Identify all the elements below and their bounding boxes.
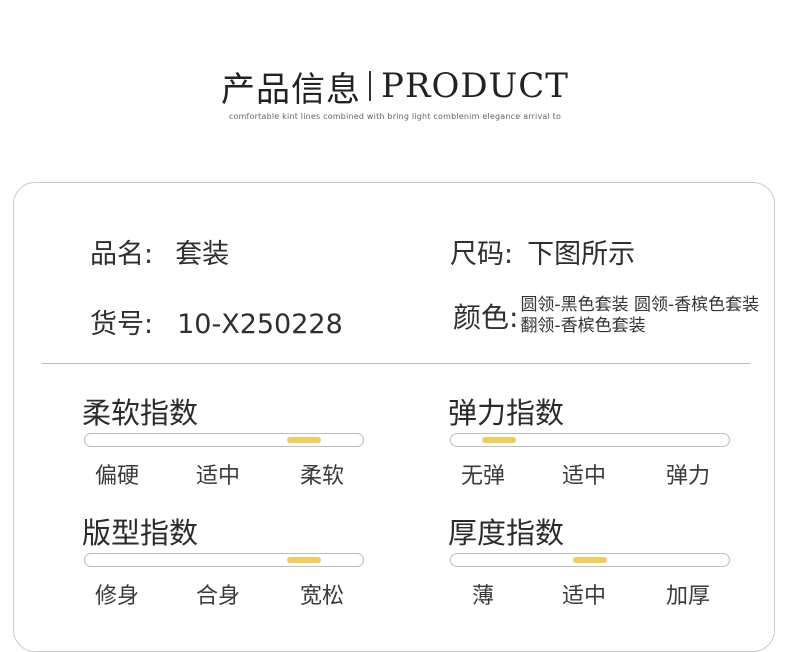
product-size-value: 下图所示 [527, 239, 636, 270]
softness-scale-track [84, 433, 364, 447]
title-english: PRODUCT [381, 66, 569, 106]
product-sku-label: 货号: [90, 309, 154, 340]
page-subtitle: comfortable kint lines combined with bri… [228, 112, 562, 121]
elasticity-index-title: 弹力指数 [448, 396, 565, 430]
product-header: 产品信息 PRODUCT comfortable kint lines comb… [0, 64, 790, 121]
thickness-tick-high: 加厚 [665, 584, 710, 609]
product-color-label: 颜色: [453, 301, 519, 334]
product-color: 颜色: 圆领-黑色套装 圆领-香槟色套装 翻领-香槟色套装 [453, 295, 765, 337]
fit-tick-low: 修身 [94, 584, 139, 609]
thickness-tick-low: 薄 [471, 584, 494, 609]
fit-tick-high: 宽松 [299, 584, 344, 609]
fit-index-title: 版型指数 [82, 516, 199, 550]
elasticity-tick-high: 弹力 [665, 464, 710, 489]
thickness-scale-marker [573, 557, 607, 563]
product-sku: 货号: 10-X250228 [90, 302, 343, 341]
title-chinese: 产品信息 [221, 69, 362, 110]
title-separator [369, 71, 372, 101]
product-size-label: 尺码: [450, 239, 514, 270]
fit-scale-marker [286, 557, 321, 563]
softness-scale-marker [286, 437, 321, 443]
softness-tick-high: 柔软 [299, 464, 344, 489]
thickness-index-title: 厚度指数 [448, 516, 565, 550]
elasticity-tick-low: 无弹 [460, 464, 505, 489]
product-size: 尺码: 下图所示 [450, 232, 635, 271]
product-name-label: 品名: [90, 239, 154, 270]
softness-tick-low: 偏硬 [94, 464, 139, 489]
product-sku-value: 10-X250228 [177, 309, 343, 340]
product-color-value: 圆领-黑色套装 圆领-香槟色套装 翻领-香槟色套装 [520, 295, 760, 336]
elasticity-scale-track [450, 433, 730, 447]
softness-index-title: 柔软指数 [82, 396, 199, 430]
fit-scale-track [84, 553, 364, 567]
thickness-scale-track [450, 553, 730, 567]
page-title: 产品信息 PRODUCT [221, 64, 569, 110]
elasticity-tick-mid: 适中 [561, 464, 606, 489]
fit-tick-mid: 合身 [195, 584, 240, 609]
elasticity-scale-marker [481, 437, 516, 443]
product-name-value: 套装 [175, 239, 230, 270]
thickness-tick-mid: 适中 [561, 584, 606, 609]
softness-tick-mid: 适中 [195, 464, 240, 489]
section-divider [42, 363, 750, 364]
product-name: 品名: 套装 [90, 232, 229, 271]
